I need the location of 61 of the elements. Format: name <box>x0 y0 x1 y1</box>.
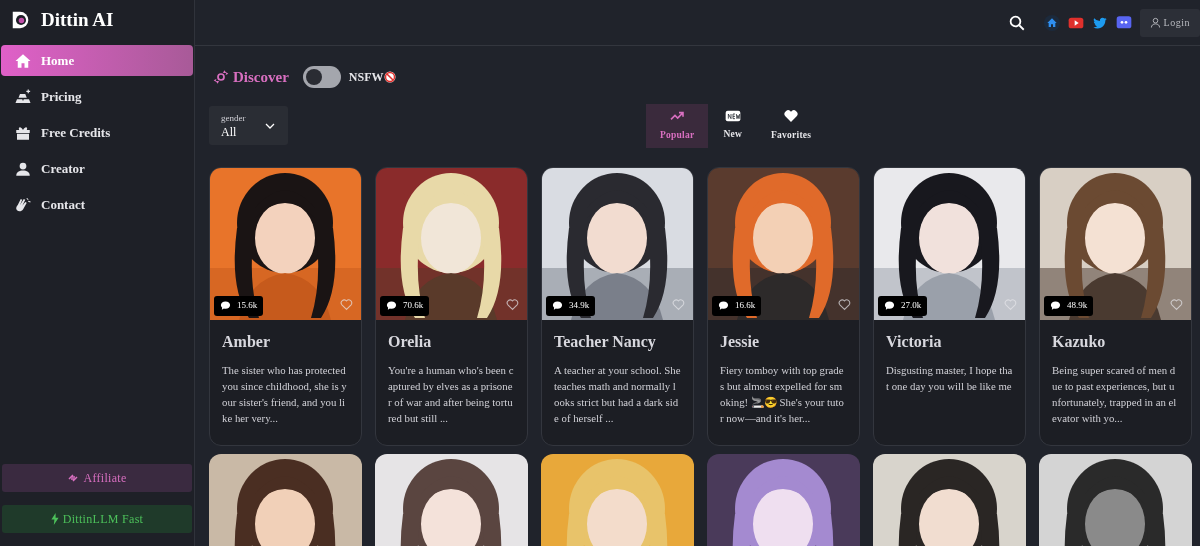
character-description: A teacher at your school. She teaches math and normally looks strict but had a dark side of herself ... <box>554 362 681 426</box>
character-description: You're a human who's been captured by elves as a prisoner of war and after being tortured but still ... <box>388 362 515 426</box>
sidebar-item[interactable]: Free Credits <box>1 117 193 148</box>
character-name: Teacher Nancy <box>554 331 657 353</box>
user-icon <box>1149 17 1161 28</box>
heart-icon[interactable] <box>506 297 519 311</box>
nsfw-toggle[interactable] <box>302 66 341 89</box>
character-name: Jessie <box>720 331 761 352</box>
waving-hands-icon <box>14 195 32 214</box>
nsfw-label: NSFW <box>348 69 384 87</box>
chat-count: 16.6k <box>712 295 762 316</box>
character-description: Fiery tomboy with top grades but almost expelled for smoking! 🚬😎 She's your tutor now—and it's her... <box>720 362 845 426</box>
chat-icon <box>884 300 895 311</box>
heart-icon[interactable] <box>838 297 851 311</box>
sort-tab[interactable]: New <box>709 103 757 148</box>
fast-model-button[interactable]: DittinLLM Fast <box>2 505 192 533</box>
chat-count: 15.6k <box>214 295 264 316</box>
sidebar-item[interactable]: Home <box>1 45 193 76</box>
character-description: Being super scared of men due to past experiences, but unfortunately, trapped in an elevator with yo... <box>1052 362 1178 426</box>
sidebar-item[interactable]: Contact <box>1 189 193 220</box>
chat-count: 27.0k <box>878 295 928 316</box>
sidebar-item[interactable]: Creator <box>1 153 193 184</box>
gender-select[interactable]: gender All <box>209 106 288 145</box>
chat-icon <box>386 300 397 311</box>
chat-bubble-icon[interactable] <box>1115 14 1132 31</box>
search-icon[interactable] <box>1007 13 1026 32</box>
ingots-icon <box>14 87 32 106</box>
discover-title: Discover <box>233 68 289 87</box>
chat-icon <box>1050 300 1061 311</box>
sort-tab[interactable]: Favorites <box>757 103 826 148</box>
chat-icon <box>718 300 729 311</box>
character-card[interactable]: 48.9k Kazuko Being super scared of men due to past experiences, but unfortunately, trapped in an elevator with yo... <box>1039 166 1192 446</box>
chat-count: 70.6k <box>380 295 430 316</box>
select-label: gender <box>221 113 246 123</box>
character-description: The sister who has protected you since childhood, she is your sister's friend, and you like her very... <box>222 362 348 426</box>
adults-only-icon <box>384 71 397 84</box>
chat-icon <box>220 300 231 311</box>
character-card[interactable]: 27.0k Victoria Disgusting master, I hope that one day you will be like me <box>873 166 1026 446</box>
sort-tab[interactable]: Popular <box>646 103 709 148</box>
character-name: Kazuko <box>1052 331 1107 352</box>
character-name: Orelia <box>388 331 433 352</box>
lightning-icon <box>50 513 59 525</box>
sidebar-item[interactable]: Pricing <box>1 81 193 112</box>
select-value: All <box>221 125 238 138</box>
chat-icon <box>552 300 563 311</box>
chat-count: 34.9k <box>546 295 596 316</box>
character-card[interactable]: 34.9k Teacher Nancy A teacher at your school. She teaches math and normally looks strict but had a dark side of herself ... <box>541 166 694 446</box>
character-card[interactable]: 70.6k Orelia You're a human who's been captured by elves as a prisoner of war and after being tortured but still ... <box>375 166 528 446</box>
affiliate-button[interactable]: Affiliate <box>2 464 192 492</box>
new-badge-icon <box>724 109 741 124</box>
character-name: Amber <box>222 331 271 352</box>
chat-count: 48.9k <box>1044 295 1094 316</box>
brand-name: Dittin AI <box>41 7 114 32</box>
character-description: Disgusting master, I hope that one day you will be like me <box>886 362 1013 394</box>
character-name: Victoria <box>886 331 943 352</box>
link-icon <box>67 472 80 484</box>
login-button[interactable]: Login <box>1139 8 1200 37</box>
candy-icon <box>213 69 229 86</box>
character-card[interactable]: 16.6k Jessie Fiery tomboy with top grades but almost expelled for smoking! 🚬😎 She's your tutor now—and it's her... <box>707 166 860 446</box>
character-card[interactable]: 15.6k Amber The sister who has protected you since childhood, she is your sister's friend, and you like her very... <box>209 166 362 446</box>
home-icon[interactable] <box>1043 14 1060 31</box>
